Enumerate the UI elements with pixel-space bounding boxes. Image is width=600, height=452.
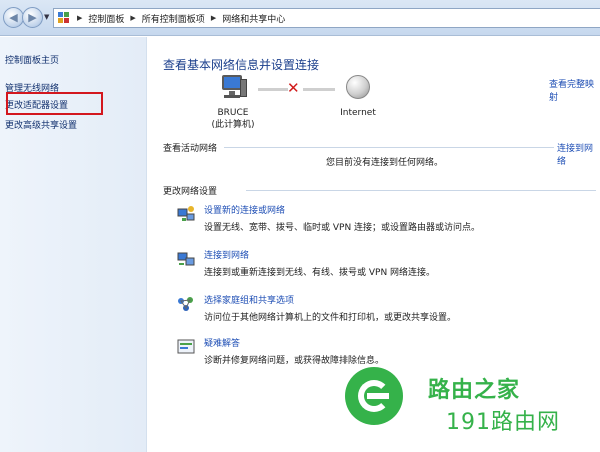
troubleshoot-desc: 诊断并修复网络问题，或获得故障排除信息。	[204, 356, 385, 366]
setup-connection-link[interactable]: 设置新的连接或网络	[204, 203, 285, 216]
view-full-map-link[interactable]: 查看完整映射	[549, 77, 600, 103]
homegroup-icon	[178, 297, 193, 311]
left-pane: 控制面板主页 管理无线网络 更改适配器设置 更改高级共享设置	[0, 37, 147, 452]
breadcrumb-control-panel[interactable]: 控制面板	[88, 12, 124, 25]
computer-icon	[220, 75, 247, 99]
forward-button[interactable]: ▶	[22, 7, 43, 28]
change-settings-heading: 更改网络设置	[163, 187, 218, 197]
internet-label: Internet	[340, 108, 376, 118]
section-divider	[246, 190, 596, 191]
address-bar[interactable]: ▶ 控制面板 ▶ 所有控制面板项 ▶ 网络和共享中心	[53, 8, 600, 28]
troubleshoot-icon	[177, 339, 195, 354]
no-connection-message: 您目前没有连接到任何网络。	[326, 158, 444, 168]
control-panel-icon	[58, 12, 71, 24]
section-divider	[224, 147, 554, 148]
connect-network-desc: 连接到或重新连接到无线、有线、拨号或 VPN 网络连接。	[204, 268, 436, 278]
red-highlight-box	[6, 92, 103, 115]
breadcrumb-chevron-icon: ▶	[77, 14, 83, 22]
connection-line	[303, 88, 335, 91]
watermark-text-2: 191路由网	[446, 410, 560, 435]
globe-icon	[346, 75, 370, 99]
connect-network-icon	[177, 252, 195, 266]
troubleshoot-link[interactable]: 疑难解答	[204, 336, 240, 349]
setup-connection-desc: 设置无线、宽带、拨号、临时或 VPN 连接；或设置路由器或访问点。	[204, 223, 481, 233]
watermark-text-1: 路由之家	[428, 378, 521, 403]
new-connection-icon	[177, 206, 195, 221]
breadcrumb-chevron-icon: ▶	[210, 14, 217, 22]
computer-node[interactable]: BRUCE (此计算机)	[203, 75, 263, 131]
breadcrumb-chevron-icon: ▶	[130, 14, 136, 22]
breadcrumb-all-items[interactable]: 所有控制面板项	[142, 12, 205, 25]
breadcrumb-network-center[interactable]: 网络和共享中心	[222, 12, 285, 25]
watermark-logo	[345, 367, 403, 425]
connect-to-network-link[interactable]: 连接到网络	[557, 141, 600, 167]
recent-pages-dropdown-icon[interactable]: ▼	[44, 13, 49, 21]
page-title: 查看基本网络信息并设置连接	[163, 58, 320, 72]
back-button[interactable]: ◀	[3, 7, 24, 28]
internet-node[interactable]: Internet	[333, 75, 383, 119]
connection-line	[258, 88, 288, 91]
advanced-sharing-link[interactable]: 更改高级共享设置	[5, 118, 77, 131]
title-bar: ◀ ▶ ▼ ▶ 控制面板 ▶ 所有控制面板项 ▶ 网络和共享中心	[0, 0, 600, 36]
active-networks-heading: 查看活动网络	[163, 144, 218, 154]
computer-subtitle: (此计算机)	[211, 120, 255, 130]
computer-name: BRUCE	[217, 108, 249, 118]
disconnected-x-icon[interactable]: ✕	[287, 79, 300, 97]
homegroup-sharing-desc: 访问位于其他网络计算机上的文件和打印机，或更改共享设置。	[204, 313, 457, 323]
homegroup-sharing-link[interactable]: 选择家庭组和共享选项	[204, 293, 294, 306]
connect-network-task-link[interactable]: 连接到网络	[204, 248, 249, 261]
control-panel-home-link[interactable]: 控制面板主页	[5, 53, 59, 66]
